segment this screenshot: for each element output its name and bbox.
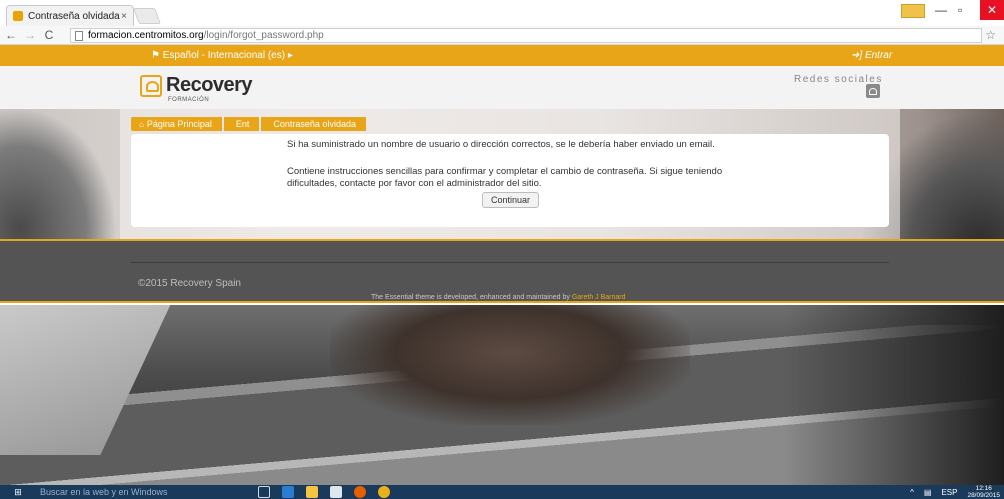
breadcrumb-current-label: Contraseña olvidada xyxy=(273,119,356,129)
tab-close-icon[interactable]: × xyxy=(121,11,127,22)
input-language[interactable]: ESP xyxy=(941,488,957,497)
notifications-icon[interactable]: ▤ xyxy=(924,488,932,497)
browser-user-badge[interactable] xyxy=(901,4,925,18)
info-message-2: Contiene instrucciones sencillas para co… xyxy=(287,166,723,189)
social-link-icon[interactable] xyxy=(866,84,880,98)
theme-author-link[interactable]: Gareth J Barnard xyxy=(572,294,626,301)
back-arrow-icon[interactable]: ← xyxy=(3,28,19,42)
theme-credit: The Essential theme is developed, enhanc… xyxy=(371,294,626,301)
logo-subtitle: FORMACIÓN xyxy=(168,97,210,103)
browser-tab-bar: Contraseña olvidada × — ▫ ✕ xyxy=(0,0,1004,26)
task-view-icon[interactable] xyxy=(258,486,270,498)
chrome-icon[interactable] xyxy=(378,486,390,498)
site-footer: ©2015 Recovery Spain The Essential theme… xyxy=(0,239,1004,303)
window-close-icon[interactable]: ✕ xyxy=(980,0,1004,20)
forward-arrow-icon[interactable]: → xyxy=(22,28,38,42)
file-explorer-icon[interactable] xyxy=(306,486,318,498)
firefox-icon[interactable] xyxy=(354,486,366,498)
breadcrumb-home-label: Página Principal xyxy=(146,119,212,129)
language-label: Español - Internacional (es) xyxy=(162,50,286,61)
home-icon: ⌂ xyxy=(139,120,144,129)
address-bar: ← → C formacion.centromitos.org /login/f… xyxy=(0,26,1004,45)
browser-tab[interactable]: Contraseña olvidada × xyxy=(6,5,134,26)
url-host: formacion.centromitos.org xyxy=(88,30,204,41)
clock-time: 12:16 xyxy=(975,485,992,492)
language-selector[interactable]: ⚑ Español - Internacional (es) ▸ xyxy=(151,50,293,61)
footer-divider xyxy=(131,262,889,263)
breadcrumb-item-ent[interactable]: Ent xyxy=(223,117,260,131)
info-message-1: Si ha suministrado un nombre de usuario … xyxy=(287,139,715,150)
new-tab-button[interactable] xyxy=(133,8,161,24)
reload-icon[interactable]: C xyxy=(41,28,57,42)
minimize-icon[interactable]: — xyxy=(935,3,947,17)
background-photo xyxy=(0,305,1004,485)
theme-credit-text: The Essential theme is developed, enhanc… xyxy=(371,294,570,301)
breadcrumb-item-current: Contraseña olvidada xyxy=(261,117,366,131)
site-header: Recovery FORMACIÓN Redes sociales xyxy=(0,66,1004,109)
logo-heart-icon xyxy=(140,75,162,97)
copyright-text: ©2015 Recovery Spain xyxy=(138,278,241,289)
sign-in-icon: ➜] xyxy=(851,50,865,61)
tray-chevron-icon[interactable]: ^ xyxy=(910,488,914,497)
site-favicon-icon xyxy=(13,11,23,21)
user-badge-label xyxy=(912,7,914,16)
login-label: Entrar xyxy=(864,50,893,61)
store-icon[interactable] xyxy=(330,486,342,498)
clock-date: 28/09/2015 xyxy=(967,492,1000,499)
hands-image xyxy=(330,305,690,425)
continue-button[interactable]: Continuar xyxy=(482,192,539,208)
page-icon xyxy=(75,30,83,41)
windows-start-icon[interactable]: ⊞ xyxy=(0,485,36,499)
taskbar-search-input[interactable]: Buscar en la web y en Windows xyxy=(36,485,236,499)
site-logo[interactable]: Recovery FORMACIÓN xyxy=(140,74,253,103)
login-link[interactable]: ➜] Entrar xyxy=(851,50,892,61)
breadcrumb-home[interactable]: ⌂ Página Principal xyxy=(131,117,222,131)
system-tray: ^ ▤ ESP 12:16 28/09/2015 xyxy=(910,485,1000,499)
caret-right-icon: ▸ xyxy=(285,50,293,61)
taskbar-apps xyxy=(258,486,390,498)
site-top-nav: ⚑ Español - Internacional (es) ▸ ➜] Entr… xyxy=(0,45,1004,66)
bookmark-star-icon[interactable]: ☆ xyxy=(985,28,996,42)
windows-taskbar: ⊞ Buscar en la web y en Windows ^ ▤ ESP … xyxy=(0,485,1004,499)
maximize-icon[interactable]: ▫ xyxy=(958,3,962,17)
breadcrumb-ent-label: Ent xyxy=(235,119,250,129)
clock[interactable]: 12:16 28/09/2015 xyxy=(967,485,1000,499)
edge-icon[interactable] xyxy=(282,486,294,498)
url-path: /login/forgot_password.php xyxy=(203,30,324,41)
logo-text: Recovery xyxy=(166,74,253,96)
url-input[interactable]: formacion.centromitos.org /login/forgot_… xyxy=(70,28,982,43)
breadcrumb: ⌂ Página Principal Ent Contraseña olvidad… xyxy=(131,117,368,131)
tab-title: Contraseña olvidada xyxy=(28,10,120,22)
photo-shadow xyxy=(784,305,1004,485)
flag-icon: ⚑ xyxy=(151,50,163,61)
